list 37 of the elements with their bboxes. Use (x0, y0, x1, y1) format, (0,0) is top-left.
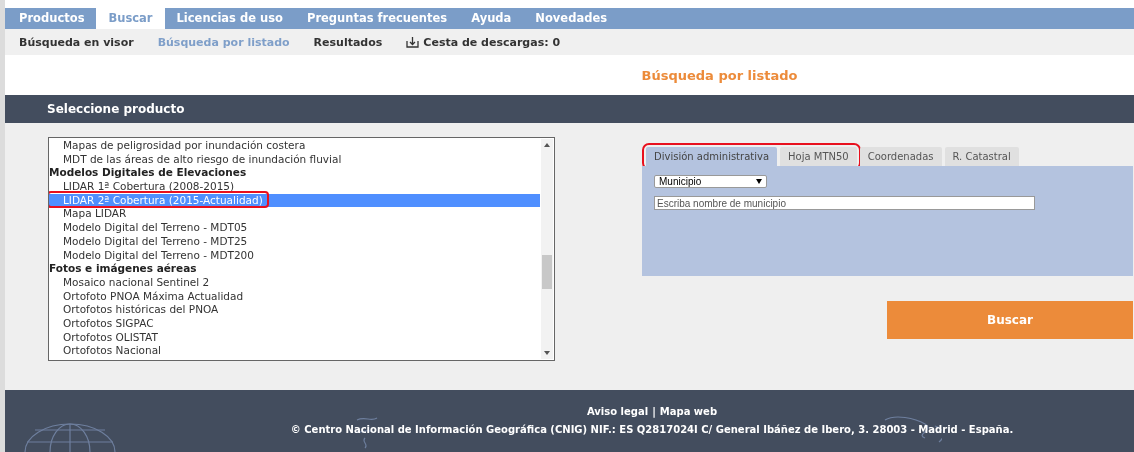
list-option[interactable]: Mosaico nacional Sentinel 2 (49, 275, 540, 290)
subnav-link[interactable]: Cesta de descargas: 0 (394, 35, 573, 49)
search-tab[interactable]: Coordenadas (859, 147, 942, 166)
list-group-heading: Modelos Digitales de Elevaciones (49, 166, 248, 181)
list-option[interactable]: Mapa LIDAR (49, 207, 540, 222)
list-option[interactable]: Ortofotos SIGPAC (49, 316, 540, 331)
section-title: Seleccione producto (47, 102, 185, 116)
search-tab[interactable]: División administrativa (646, 147, 778, 166)
link-separator: | (652, 406, 656, 417)
scroll-down-arrow-icon[interactable] (544, 351, 550, 355)
download-icon (406, 36, 420, 48)
list-option[interactable]: LIDAR 1ª Cobertura (2008-2015) (49, 180, 540, 194)
page-title: Búsqueda por listado (641, 67, 798, 83)
scroll-up-arrow-icon[interactable] (544, 143, 550, 147)
list-option[interactable]: Modelo Digital del Terreno - MDT25 (49, 234, 540, 249)
name-input-field[interactable]: Escriba nombre de municipio (654, 196, 1035, 210)
dropdown-caret-icon (756, 179, 762, 184)
area-type-dropdown[interactable]: Municipio (654, 175, 767, 188)
scrollbar[interactable] (541, 139, 553, 359)
search-tab[interactable]: Hoja MTN50 (780, 147, 857, 166)
list-option[interactable]: Modelo Digital del Terreno - MDT05 (49, 221, 540, 235)
list-option[interactable]: Modelo Digital del Terreno - MDT200 (49, 248, 540, 263)
copyright-text: © Centro Nacional de Información Geográfica (CNIG) NIF.: ES Q2817024I C/ General Ibáñez de Ibero, 3. 28003 - Madrid - España. (290, 424, 1014, 435)
list-option[interactable]: Ortofotos históricas del PNOA (49, 303, 540, 317)
list-option[interactable]: Ortofoto PNOA Máxima Actualidad (49, 289, 540, 304)
footer-link[interactable]: Mapa web (659, 406, 718, 417)
list-option[interactable]: MDT de las áreas de alto riesgo de inundación fluvial (49, 152, 540, 167)
list-group-heading: Fotos e imágenes aéreas (49, 262, 198, 276)
search-tab[interactable]: R. Catastral (944, 147, 1019, 166)
subnav-link[interactable]: Búsqueda en visor (7, 35, 146, 49)
list-option[interactable]: Mapas de peligrosidad por inundación costera (49, 139, 540, 153)
scrollbar-thumb[interactable] (542, 255, 552, 289)
list-option[interactable]: Ortofotos OLISTAT (49, 330, 540, 345)
list-option[interactable]: Ortofotos Nacional (49, 344, 540, 358)
footer-link[interactable]: Aviso legal (586, 406, 649, 417)
subnav-link[interactable]: Resultados (301, 35, 395, 49)
globe-icon (24, 423, 116, 452)
